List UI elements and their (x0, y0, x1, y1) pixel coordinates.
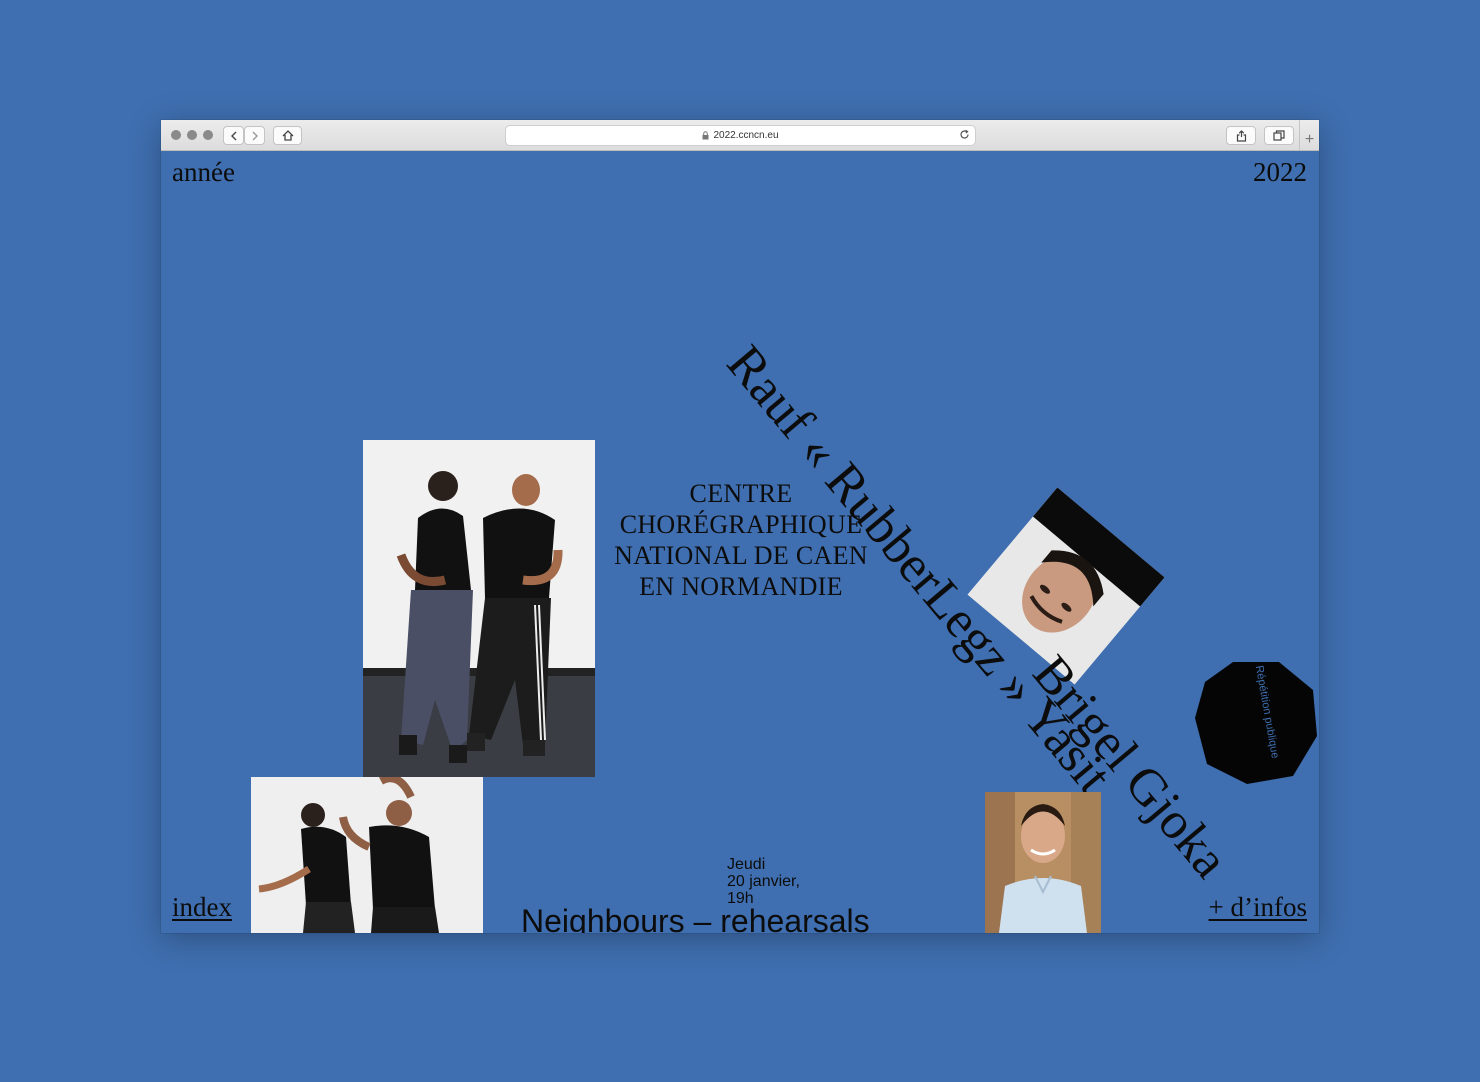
new-tab-icon: + (1304, 131, 1315, 148)
share-button[interactable] (1226, 126, 1256, 145)
index-link[interactable]: index (172, 892, 232, 923)
back-button[interactable] (223, 126, 244, 145)
institution-line-3: NATIONAL DE CAEN (614, 541, 868, 570)
event-date-line: 20 janvier, (727, 873, 800, 890)
portrait-rauf-yasit[interactable] (985, 792, 1101, 933)
reload-icon[interactable] (959, 129, 970, 140)
dancers-back-image (363, 440, 595, 777)
address-bar[interactable]: 2022.ccncn.eu (505, 125, 976, 146)
home-button[interactable] (273, 126, 302, 145)
dancers-duet-image (251, 777, 483, 933)
institution-line-4: EN NORMANDIE (639, 572, 843, 601)
tabs-icon (1273, 130, 1285, 141)
tabs-button[interactable] (1264, 126, 1294, 145)
year-label: 2022 (1253, 157, 1307, 187)
minimize-window-dot[interactable] (187, 130, 197, 140)
zoom-window-dot[interactable] (203, 130, 213, 140)
event-date: Jeudi 20 janvier, 19h (727, 856, 800, 907)
browser-window: 2022.ccncn.eu + année 2022 CENTRE CHORÉG… (161, 120, 1319, 933)
back-icon (230, 131, 236, 140)
portrait-smiling-image (985, 792, 1101, 933)
browser-toolbar: 2022.ccncn.eu + (161, 120, 1319, 151)
page-content: année 2022 CENTRE CHORÉGRAPHIQUE NATIONA… (161, 151, 1319, 933)
forward-icon (252, 131, 258, 140)
share-icon (1236, 129, 1246, 142)
artist-first-name: Rauf (715, 335, 825, 450)
annee-label: année (172, 157, 235, 187)
home-icon (282, 130, 293, 141)
lock-icon (702, 131, 709, 140)
rehearsal-photo-2[interactable] (251, 777, 483, 933)
event-day: Jeudi (727, 856, 766, 873)
address-url: 2022.ccncn.eu (713, 130, 779, 141)
rehearsal-photo-1[interactable] (363, 440, 595, 777)
forward-button[interactable] (244, 126, 265, 145)
close-window-dot[interactable] (171, 130, 181, 140)
more-info-link[interactable]: + d’infos (1209, 892, 1307, 923)
new-tab-button[interactable]: + (1299, 120, 1319, 150)
event-title[interactable]: Neighbours – rehearsals (521, 903, 870, 933)
